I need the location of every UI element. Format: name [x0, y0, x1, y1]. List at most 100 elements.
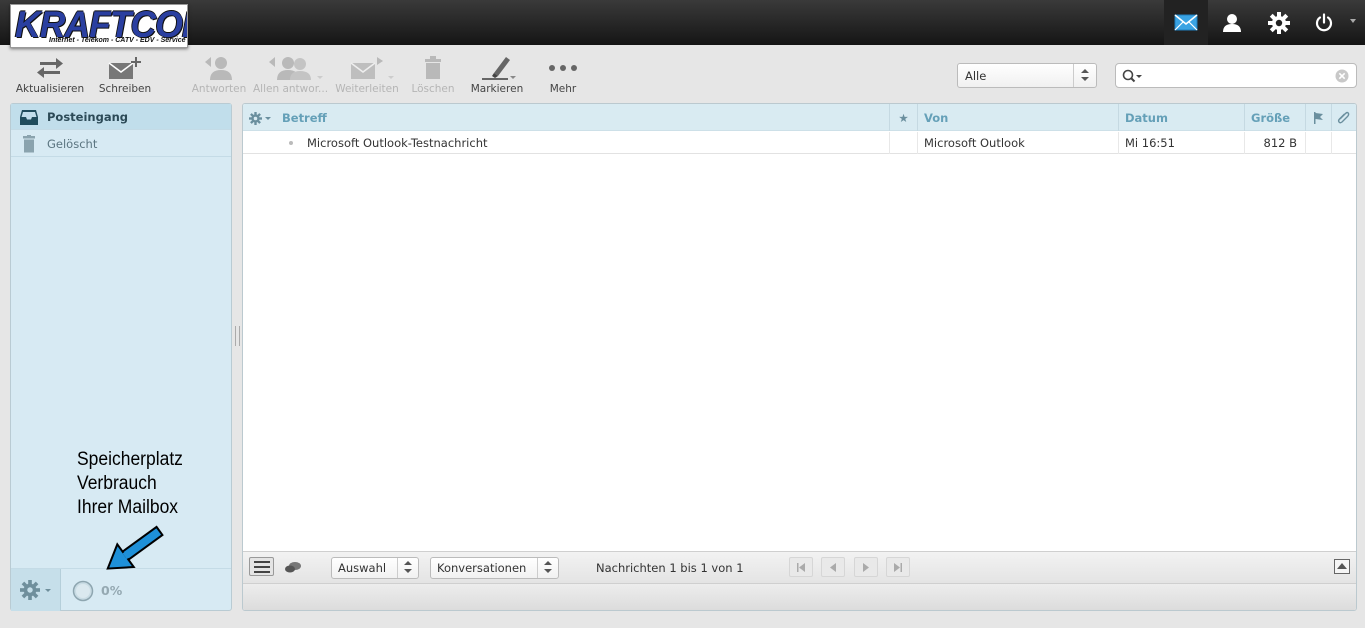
paperclip-icon — [1337, 111, 1350, 124]
last-page-button[interactable] — [886, 557, 910, 577]
mark-button[interactable]: Markieren — [468, 53, 526, 97]
more-dots-icon — [549, 65, 577, 71]
next-page-icon — [863, 562, 869, 572]
column-size[interactable]: Größe — [1244, 104, 1305, 131]
folder-name: Gelöscht — [47, 137, 98, 151]
table-row[interactable]: Microsoft Outlook-Testnachricht Microsof… — [243, 132, 1356, 154]
annotation-arrow-icon — [106, 525, 164, 570]
select-arrows-icon — [404, 561, 412, 574]
chevron-down-icon[interactable] — [1350, 19, 1356, 23]
select-arrows-icon — [544, 561, 552, 574]
select-menu-label: Auswahl — [338, 561, 387, 575]
list-view-button[interactable] — [249, 557, 274, 576]
compose-mail-icon — [108, 57, 141, 79]
folder-item-inbox[interactable]: Posteingang — [11, 104, 231, 130]
select-arrows-icon — [1081, 69, 1089, 82]
select-divider — [537, 558, 538, 578]
logout-nav-button[interactable] — [1302, 0, 1346, 45]
search-icon[interactable] — [1122, 69, 1142, 83]
message-subject[interactable]: Microsoft Outlook-Testnachricht — [303, 132, 889, 154]
select-menu[interactable]: Auswahl — [331, 557, 419, 579]
refresh-button[interactable]: Aktualisieren — [14, 53, 86, 97]
folder-settings-button[interactable] — [11, 569, 61, 611]
message-flag-status[interactable] — [1305, 132, 1331, 154]
first-page-button[interactable] — [789, 557, 813, 577]
forward-dropdown-icon[interactable] — [388, 76, 394, 79]
list-icon — [254, 561, 270, 573]
settings-icon — [1268, 11, 1290, 34]
quota-annotation-text: Speicherplatz Verbrauch Ihrer Mailbox — [77, 449, 183, 518]
mark-label: Markieren — [470, 83, 524, 95]
logo-tagline: Internet - Telekom - CATV - EDV - Servic… — [49, 37, 186, 44]
column-date[interactable]: Datum — [1118, 104, 1244, 131]
filter-select[interactable]: Alle — [957, 63, 1097, 88]
inbox-icon — [20, 110, 38, 125]
last-page-icon — [894, 562, 902, 572]
folder-name: Posteingang — [47, 110, 129, 124]
list-options-button[interactable] — [243, 104, 281, 131]
marker-pen-icon — [482, 57, 510, 80]
message-attachment-status — [1331, 132, 1356, 154]
mark-dropdown-icon[interactable] — [510, 76, 516, 79]
message-date: Mi 16:51 — [1118, 132, 1244, 154]
compose-label: Schreiben — [98, 83, 152, 95]
trash-icon — [425, 56, 441, 79]
reply-button[interactable]: Antworten — [191, 53, 247, 97]
quota-percentage: 0% — [101, 583, 123, 598]
column-flagged[interactable]: ★ — [889, 104, 917, 131]
forward-icon — [350, 57, 383, 79]
gear-icon — [249, 112, 262, 125]
threads-select[interactable]: Konversationen — [430, 557, 559, 579]
mail-nav-button[interactable] — [1164, 0, 1208, 45]
more-button[interactable]: Mehr — [543, 53, 583, 97]
message-count-text: Nachrichten 1 bis 1 von 1 — [596, 561, 744, 575]
reply-all-dropdown-icon[interactable] — [317, 76, 323, 79]
settings-nav-button[interactable] — [1257, 0, 1301, 45]
reply-icon — [205, 57, 232, 80]
search-box[interactable] — [1115, 63, 1357, 88]
row-status-cell — [243, 132, 303, 154]
message-from: Microsoft Outlook — [917, 132, 1118, 154]
reply-all-icon — [269, 57, 311, 80]
column-subject[interactable]: Betreff — [281, 104, 889, 131]
forward-button[interactable]: Weiterleiten — [332, 53, 402, 97]
previous-page-button[interactable] — [821, 557, 845, 577]
panel-resize-handle[interactable] — [235, 326, 240, 346]
chevron-down-icon — [45, 589, 51, 592]
message-list-footer: Auswahl Konversationen Nachrichten 1 bis… — [243, 551, 1356, 583]
more-label: Mehr — [549, 83, 577, 95]
contacts-nav-button[interactable] — [1210, 0, 1254, 45]
trash-icon — [23, 135, 35, 153]
select-divider — [1073, 64, 1074, 87]
quota-pie-icon — [72, 580, 94, 602]
chevron-up-icon — [1337, 563, 1347, 569]
refresh-arrows-icon — [37, 58, 63, 78]
delete-button[interactable]: Löschen — [408, 53, 458, 97]
next-page-button[interactable] — [854, 557, 878, 577]
search-input[interactable] — [1144, 67, 1334, 85]
company-logo: KRAFTCOM Internet - Telekom - CATV - EDV… — [10, 4, 188, 48]
column-from[interactable]: Von — [917, 104, 1118, 131]
reply-all-button[interactable]: Allen antwor... — [253, 53, 328, 97]
preview-pane-bar — [243, 583, 1356, 610]
compose-button[interactable]: Schreiben — [97, 53, 153, 97]
chevron-down-icon — [265, 117, 271, 120]
contacts-icon — [1223, 13, 1241, 32]
message-table-header: Betreff ★ Von Datum Größe — [243, 104, 1356, 131]
first-page-icon — [797, 562, 805, 572]
message-size: 812 B — [1244, 132, 1305, 154]
star-icon: ★ — [898, 111, 909, 125]
message-flag-cell[interactable] — [889, 132, 917, 154]
forward-label: Weiterleiten — [335, 83, 399, 95]
flag-icon — [1314, 112, 1323, 124]
power-icon — [1315, 12, 1333, 31]
clear-search-icon[interactable] — [1335, 69, 1349, 83]
threads-icon[interactable] — [284, 561, 302, 575]
column-flag[interactable] — [1305, 104, 1331, 131]
select-divider — [397, 558, 398, 578]
toggle-preview-button[interactable] — [1334, 559, 1350, 574]
folder-item-deleted[interactable]: Gelöscht — [11, 131, 231, 157]
delete-label: Löschen — [411, 83, 455, 95]
mail-icon — [1174, 14, 1198, 31]
column-attachment[interactable] — [1331, 104, 1356, 131]
